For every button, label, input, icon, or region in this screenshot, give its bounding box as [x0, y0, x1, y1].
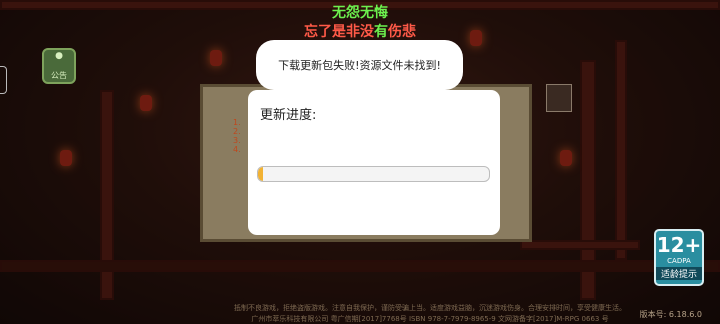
header-title-line2: 忘了是非没有伤悲 — [0, 21, 720, 41]
footer-health-notice: 抵制不良游戏，拒绝盗版游戏。注意自我保护，谨防受骗上当。适度游戏益脑，沉迷游戏伤… — [234, 304, 626, 312]
megaphone-icon: ● — [55, 51, 63, 61]
list-item: 2. — [233, 127, 241, 136]
background-panel-list: 1. 2. 3. 4. — [233, 118, 241, 154]
announcement-label: 公告 — [51, 71, 67, 80]
version-label: 版本号: 6.18.6.0 — [639, 310, 702, 319]
header-line2-part2: 有 — [374, 24, 388, 40]
footer-license-info: 广州市萃乐科技有限公司 粤广信期[2017]7768号 ISBN 978-7-7… — [251, 315, 609, 323]
side-drawer-handle[interactable] — [0, 66, 7, 94]
list-item: 1. — [233, 118, 241, 127]
background-side-box — [546, 84, 572, 112]
progress-fill — [258, 167, 263, 181]
age-rating-number: 12+ — [656, 233, 702, 257]
update-progress-bar — [257, 166, 490, 182]
error-toast: 下载更新包失败!资源文件未找到! — [256, 40, 463, 90]
list-item: 4. — [233, 145, 241, 154]
update-progress-dialog: 更新进度: — [248, 90, 500, 235]
list-item: 3. — [233, 136, 241, 145]
age-rating-org: CADPA — [667, 257, 691, 265]
dialog-title: 更新进度: — [260, 108, 317, 123]
header-line2-part3: 伤悲 — [388, 24, 416, 40]
age-rating-badge[interactable]: 12+ CADPA 适龄提示 — [654, 229, 704, 286]
header-title-line1: 无怨无悔 — [332, 5, 388, 21]
header-line2-part1: 忘了是非没 — [304, 24, 374, 40]
age-rating-label: 适龄提示 — [656, 267, 702, 280]
announcement-button[interactable]: ● 公告 — [42, 48, 76, 84]
